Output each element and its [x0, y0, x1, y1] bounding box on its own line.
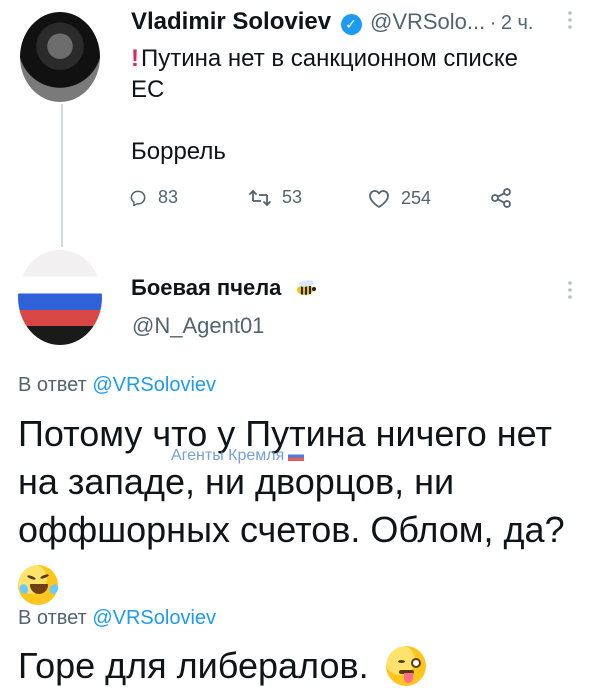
reply-author-avatar[interactable]: [18, 250, 102, 345]
russia-flag-icon: [288, 450, 305, 461]
reply-to-line-1: В ответ @VRSoloviev: [18, 374, 216, 397]
tweet1-line2: ЕС: [131, 76, 165, 103]
verified-badge-icon: ✓: [340, 14, 362, 36]
tweet2-header: Боевая пчела: [131, 275, 320, 302]
tweet2-handle[interactable]: @N_Agent01: [132, 313, 264, 339]
tweet1-time[interactable]: 2 ч.: [501, 12, 534, 34]
tweet3-body: Горе для либералов.: [18, 642, 369, 690]
tweet1-body: !Путина нет в санкционном списке ЕС Борр…: [131, 43, 571, 167]
reply-count: 83: [158, 187, 179, 207]
heart-icon: [369, 190, 389, 208]
like-button[interactable]: 254: [367, 187, 431, 209]
reply-prefix-2: В ответ: [18, 607, 87, 629]
like-count: 254: [401, 187, 432, 208]
thread-line: [61, 104, 63, 247]
tweet2-body: Потому что у Путина ничего нет на западе…: [18, 410, 593, 554]
share-button[interactable]: [489, 187, 513, 209]
reply-prefix: В ответ: [18, 374, 87, 396]
watermark-label: Агенты Кремля: [171, 447, 305, 465]
author-avatar[interactable]: [20, 12, 100, 102]
retweet-count: 53: [282, 187, 303, 207]
retweet-button[interactable]: 53: [248, 187, 302, 208]
separator-dot: ·: [489, 12, 497, 34]
tweet1-line1: !Путина нет в санкционном списке: [131, 45, 518, 72]
tweet1-header: Vladimir Soloviev ✓ @VRSolo... · 2 ч.: [131, 8, 533, 36]
winking-tongue-emoji-icon: [386, 646, 426, 686]
reply-icon: [130, 190, 146, 206]
exclamation-icon: !: [131, 45, 139, 72]
tweet2-line2: на западе, ни дворцов, ни: [18, 461, 455, 502]
reply-target-link[interactable]: @VRSoloviev: [92, 374, 216, 396]
tweet1-line3: Боррель: [131, 138, 226, 165]
tweet3-text: Горе для либералов.: [18, 645, 369, 686]
bee-icon: [294, 279, 320, 302]
reply-target-link-2[interactable]: @VRSoloviev: [92, 607, 216, 629]
tweet1-actions: 83 53 254: [128, 187, 538, 225]
rolling-laughing-emoji-icon: [18, 565, 60, 605]
tweet1-handle[interactable]: @VRSolo...: [370, 9, 485, 34]
more-icon[interactable]: [567, 280, 573, 299]
more-icon[interactable]: [567, 10, 573, 29]
tweet2-author-name[interactable]: Боевая пчела: [131, 275, 281, 300]
tweet2-line3: оффшорных счетов. Облом, да?: [18, 509, 565, 550]
retweet-icon: [249, 189, 271, 206]
reply-to-line-2: В ответ @VRSoloviev: [18, 607, 216, 630]
tweet1-author-name[interactable]: Vladimir Soloviev: [131, 8, 331, 35]
reply-button[interactable]: 83: [128, 187, 178, 208]
share-icon: [491, 188, 511, 208]
tweet2-line1: Потому что у Путина ничего нет: [18, 413, 552, 454]
